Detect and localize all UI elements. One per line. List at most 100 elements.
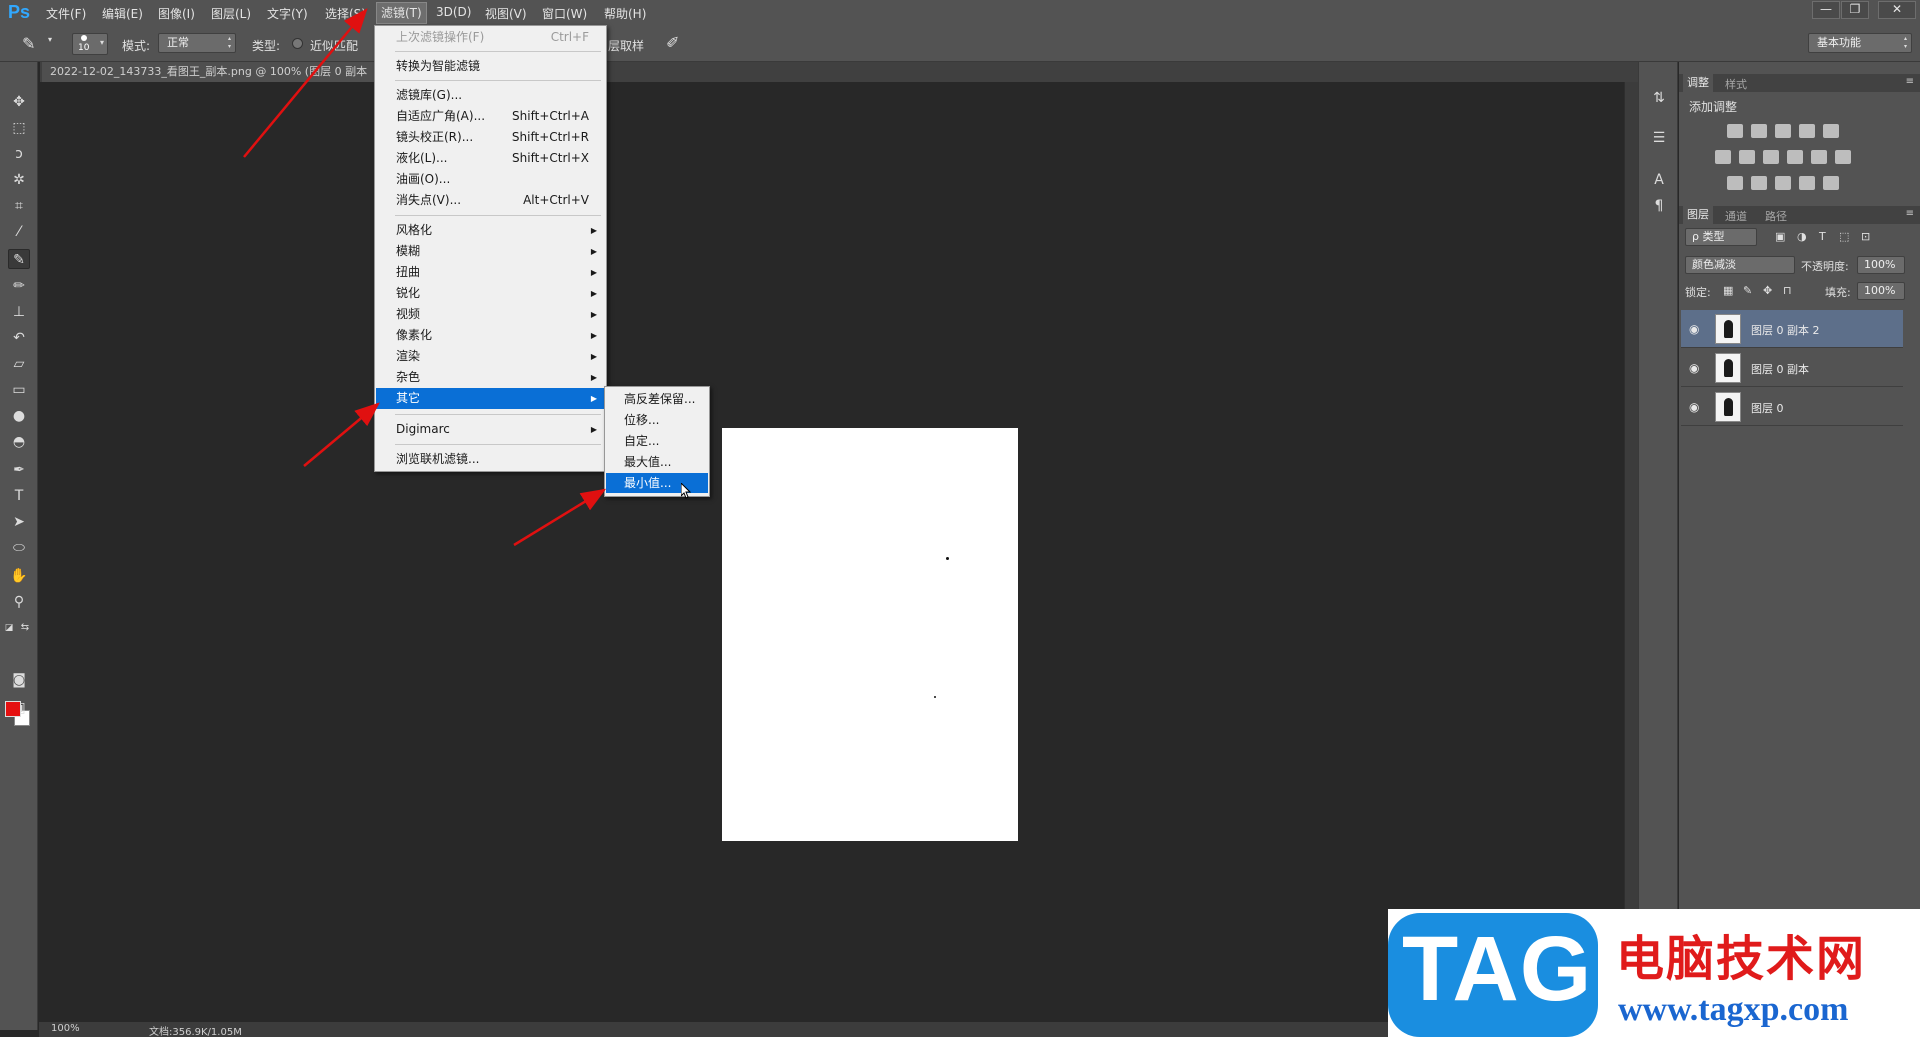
levels-icon[interactable] [1751, 124, 1767, 138]
submenu-item-maximum[interactable]: 最大值... [606, 452, 708, 472]
menu-item-filter-gallery[interactable]: 滤镜库(G)... [376, 85, 605, 106]
history-brush-icon[interactable]: ↶ [8, 328, 30, 348]
healing-brush-icon[interactable]: ✎ [8, 249, 30, 269]
dodge-icon[interactable]: ◓ [8, 432, 30, 452]
eyedropper-icon[interactable]: ⁄ [8, 222, 30, 242]
black-white-icon[interactable] [1763, 150, 1779, 164]
properties-panel-icon[interactable]: ☰ [1649, 128, 1669, 148]
menu-window[interactable]: 窗口(W) [542, 5, 587, 22]
menu-item-browse-filters-online[interactable]: 浏览联机滤镜... [376, 449, 605, 470]
tool-preset-icon[interactable]: ✎ [22, 34, 35, 53]
type-icon[interactable]: T [8, 486, 30, 506]
panel-menu-icon[interactable]: ≡ [1906, 208, 1914, 219]
layer-name[interactable]: 图层 0 副本 2 [1751, 322, 1820, 338]
menu-item-oil-paint[interactable]: 油画(O)... [376, 169, 605, 190]
vertical-scrollbar[interactable] [1624, 82, 1638, 1022]
menu-help[interactable]: 帮助(H) [604, 5, 646, 22]
filter-smart-object-icon[interactable]: ⊡ [1861, 230, 1870, 243]
workspace-select[interactable]: 基本功能 [1808, 33, 1912, 53]
menu-item-last-filter[interactable]: 上次滤镜操作(F) Ctrl+F [376, 27, 605, 48]
submenu-item-minimum[interactable]: 最小值... [606, 473, 708, 493]
type-radio[interactable] [292, 38, 303, 49]
gradient-icon[interactable]: ▭ [8, 380, 30, 400]
zoom-level[interactable]: 100% [51, 1023, 80, 1034]
threshold-icon[interactable] [1775, 176, 1791, 190]
magic-wand-icon[interactable]: ✲ [8, 170, 30, 190]
hue-saturation-icon[interactable] [1715, 150, 1731, 164]
menu-item-blur[interactable]: 模糊 ▶ [376, 241, 605, 262]
visibility-eye-icon[interactable]: ◉ [1689, 361, 1699, 375]
foreground-color-swatch[interactable] [5, 701, 21, 717]
menu-item-sharpen[interactable]: 锐化 ▶ [376, 283, 605, 304]
marquee-icon[interactable]: ⬚ [8, 118, 30, 138]
visibility-eye-icon[interactable]: ◉ [1689, 400, 1699, 414]
color-balance-icon[interactable] [1739, 150, 1755, 164]
menu-item-pixelate[interactable]: 像素化 ▶ [376, 325, 605, 346]
sample-all-layers-label[interactable]: 层取样 [608, 37, 644, 54]
fill-input[interactable]: 100% [1857, 282, 1905, 300]
submenu-item-custom[interactable]: 自定... [606, 431, 708, 451]
lock-pixels-icon[interactable]: ✎ [1743, 284, 1752, 297]
menu-item-digimarc[interactable]: Digimarc ▶ [376, 419, 605, 440]
menu-item-liquify[interactable]: 液化(L)... Shift+Ctrl+X [376, 148, 605, 169]
menu-item-video[interactable]: 视频 ▶ [376, 304, 605, 325]
tab-styles[interactable]: 样式 [1725, 76, 1747, 92]
crop-icon[interactable]: ⌗ [8, 196, 30, 216]
document-canvas[interactable] [722, 428, 1018, 841]
clone-stamp-icon[interactable]: ⊥ [8, 302, 30, 322]
history-panel-icon[interactable]: ⇅ [1649, 88, 1669, 108]
brightness-icon[interactable] [1727, 124, 1743, 138]
menu-item-vanishing-point[interactable]: 消失点(V)... Alt+Ctrl+V [376, 190, 605, 211]
exposure-icon[interactable] [1799, 124, 1815, 138]
minimize-button[interactable]: — [1812, 1, 1840, 19]
swap-colors-icon[interactable]: ⇆ [18, 618, 32, 638]
layer-name[interactable]: 图层 0 副本 [1751, 361, 1809, 377]
menu-select[interactable]: 选择(S) [325, 5, 366, 22]
photo-filter-icon[interactable] [1787, 150, 1803, 164]
menu-item-distort[interactable]: 扭曲 ▶ [376, 262, 605, 283]
layer-row[interactable]: ◉ 图层 0 副本 2 [1681, 310, 1903, 348]
menu-item-convert-smart-filter[interactable]: 转换为智能滤镜 [376, 56, 605, 77]
default-colors-icon[interactable]: ◪ [2, 618, 16, 638]
brush-icon[interactable]: ✏ [8, 276, 30, 296]
submenu-item-high-pass[interactable]: 高反差保留... [606, 389, 708, 409]
filter-type-icon[interactable]: T [1819, 230, 1826, 243]
menu-item-render[interactable]: 渲染 ▶ [376, 346, 605, 367]
submenu-item-offset[interactable]: 位移... [606, 410, 708, 430]
menu-item-lens-correction[interactable]: 镜头校正(R)... Shift+Ctrl+R [376, 127, 605, 148]
visibility-eye-icon[interactable]: ◉ [1689, 322, 1699, 336]
tab-adjustments[interactable]: 调整 [1683, 74, 1713, 92]
document-tab[interactable]: 2022-12-02_143733_看图王_副本.png @ 100% (图层 … [42, 62, 382, 82]
layer-row[interactable]: ◉ 图层 0 副本 [1681, 349, 1903, 387]
hand-icon[interactable]: ✋ [8, 566, 30, 586]
restore-button[interactable]: ❐ [1841, 1, 1869, 19]
opacity-input[interactable]: 100% [1857, 256, 1905, 274]
menu-image[interactable]: 图像(I) [158, 5, 195, 22]
ellipse-icon[interactable]: ⬭ [8, 538, 30, 558]
tab-paths[interactable]: 路径 [1765, 208, 1787, 224]
layer-row[interactable]: ◉ 图层 0 [1681, 388, 1903, 426]
zoom-icon[interactable]: ⚲ [8, 592, 30, 612]
pen-icon[interactable]: ✒ [8, 460, 30, 480]
menu-file[interactable]: 文件(F) [46, 5, 86, 22]
canvas-area[interactable] [39, 82, 1640, 1022]
menu-item-noise[interactable]: 杂色 ▶ [376, 367, 605, 388]
posterize-icon[interactable] [1751, 176, 1767, 190]
brush-size-picker[interactable]: 10 ▾ [72, 33, 108, 55]
lock-transparent-icon[interactable]: ▦ [1723, 284, 1733, 297]
selective-color-icon[interactable] [1799, 176, 1815, 190]
eraser-icon[interactable]: ▱ [8, 354, 30, 374]
blend-mode-select[interactable]: 颜色减淡 [1685, 256, 1795, 274]
layer-name[interactable]: 图层 0 [1751, 400, 1784, 416]
invert-icon[interactable] [1727, 176, 1743, 190]
filter-pixel-icon[interactable]: ▣ [1775, 230, 1785, 243]
curves-icon[interactable] [1775, 124, 1791, 138]
filter-shape-icon[interactable]: ⬚ [1839, 230, 1849, 243]
tab-layers[interactable]: 图层 [1683, 206, 1713, 224]
menu-3d[interactable]: 3D(D) [436, 5, 471, 19]
menu-filter[interactable]: 滤镜(T) [376, 2, 427, 24]
menu-layer[interactable]: 图层(L) [211, 5, 251, 22]
menu-item-stylize[interactable]: 风格化 ▶ [376, 220, 605, 241]
vibrance-icon[interactable] [1823, 124, 1839, 138]
filter-adjustment-icon[interactable]: ◑ [1797, 230, 1807, 243]
